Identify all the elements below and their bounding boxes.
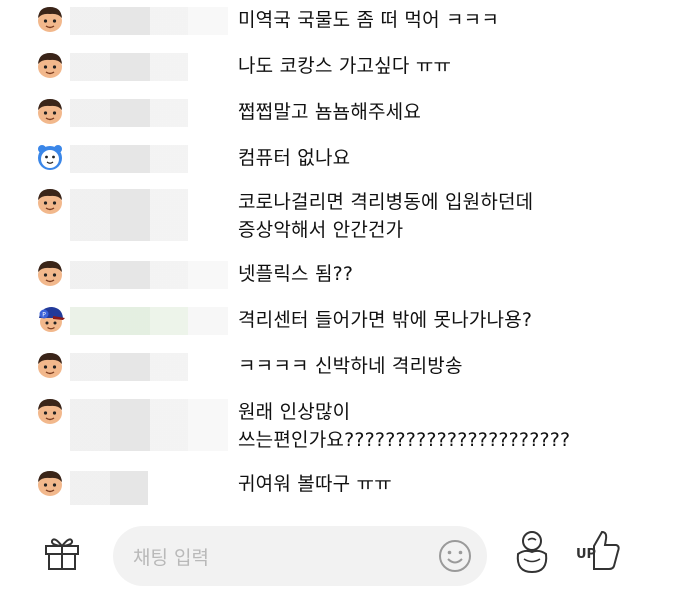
- message-text: 격리센터 들어가면 밖에 못나가나용?: [238, 309, 533, 331]
- svg-text:P: P: [42, 312, 46, 319]
- message-text: 컴퓨터 없나요: [238, 147, 351, 169]
- nickname-blur: [70, 145, 188, 173]
- nickname-blur: [70, 261, 228, 289]
- chat-message: 쩝쩝말고 뇸뇸해주세요: [0, 96, 678, 130]
- balloon-pot-icon[interactable]: [508, 528, 556, 576]
- boy-face-icon[interactable]: [33, 396, 67, 426]
- boy-face-icon[interactable]: [33, 96, 67, 126]
- boy-face-icon[interactable]: [33, 50, 67, 80]
- nickname-blur: [70, 307, 228, 335]
- chat-message: 코로나걸리면 격리병동에 입원하던데 증상악해서 안간건가: [0, 186, 678, 246]
- up-label: UP: [576, 547, 597, 562]
- message-text-line2: 증상악해서 안간건가: [238, 219, 404, 241]
- boy-face-icon[interactable]: [33, 468, 67, 498]
- chat-list: 미역국 국물도 좀 떠 먹어 ㅋㅋㅋ 나도 코캉스 가고싶다 ㅠㅠ 쩝쩝말고 뇸…: [0, 0, 678, 508]
- chat-message: 귀여워 볼따구 ㅠㅠ: [0, 468, 678, 505]
- boy-face-icon[interactable]: [33, 350, 67, 380]
- gift-icon[interactable]: [42, 532, 82, 572]
- smiley-icon[interactable]: [437, 538, 473, 574]
- message-text-line2: 쓰는편인가요??????????????????????: [238, 429, 571, 451]
- cap-boy-face-icon[interactable]: P: [33, 304, 67, 334]
- chat-message: 미역국 국물도 좀 떠 먹어 ㅋㅋㅋ: [0, 4, 678, 38]
- message-text: ㅋㅋㅋㅋ 신박하네 격리방송: [238, 355, 463, 377]
- chat-message: 컴퓨터 없나요: [0, 142, 678, 176]
- nickname-blur: [70, 7, 228, 35]
- blue-bear-face-icon[interactable]: [33, 142, 67, 172]
- chat-message: 넷플릭스 됨??: [0, 258, 678, 292]
- nickname-blur: [70, 99, 188, 127]
- nickname-blur: [70, 53, 188, 81]
- message-text: 쩝쩝말고 뇸뇸해주세요: [238, 101, 422, 123]
- chat-message: 나도 코캉스 가고싶다 ㅠㅠ: [0, 50, 678, 84]
- message-text: 넷플릭스 됨??: [238, 263, 354, 285]
- boy-face-icon[interactable]: [33, 186, 67, 216]
- chat-input-placeholder: 채팅 입력: [133, 547, 209, 569]
- message-text: 나도 코캉스 가고싶다 ㅠㅠ: [238, 55, 452, 77]
- message-text: 원래 인상많이: [238, 401, 351, 423]
- chat-input[interactable]: 채팅 입력: [113, 526, 487, 586]
- message-text: 귀여워 볼따구 ㅠㅠ: [238, 473, 392, 495]
- message-text: 코로나걸리면 격리병동에 입원하던데: [238, 191, 534, 213]
- up-button[interactable]: UP: [572, 526, 624, 576]
- message-text: 미역국 국물도 좀 떠 먹어 ㅋㅋㅋ: [238, 9, 500, 31]
- chat-message: P 격리센터 들어가면 밖에 못나가나용?: [0, 304, 678, 338]
- nickname-blur: [70, 189, 188, 241]
- nickname-blur: [70, 399, 228, 451]
- chat-message: 원래 인상많이 쓰는편인가요??????????????????????: [0, 396, 678, 456]
- nickname-blur: [70, 353, 188, 381]
- boy-face-icon[interactable]: [33, 4, 67, 34]
- chat-input-bar: 채팅 입력 UP: [0, 508, 678, 590]
- boy-face-icon[interactable]: [33, 258, 67, 288]
- nickname-blur: [70, 471, 148, 505]
- chat-message: ㅋㅋㅋㅋ 신박하네 격리방송: [0, 350, 678, 384]
